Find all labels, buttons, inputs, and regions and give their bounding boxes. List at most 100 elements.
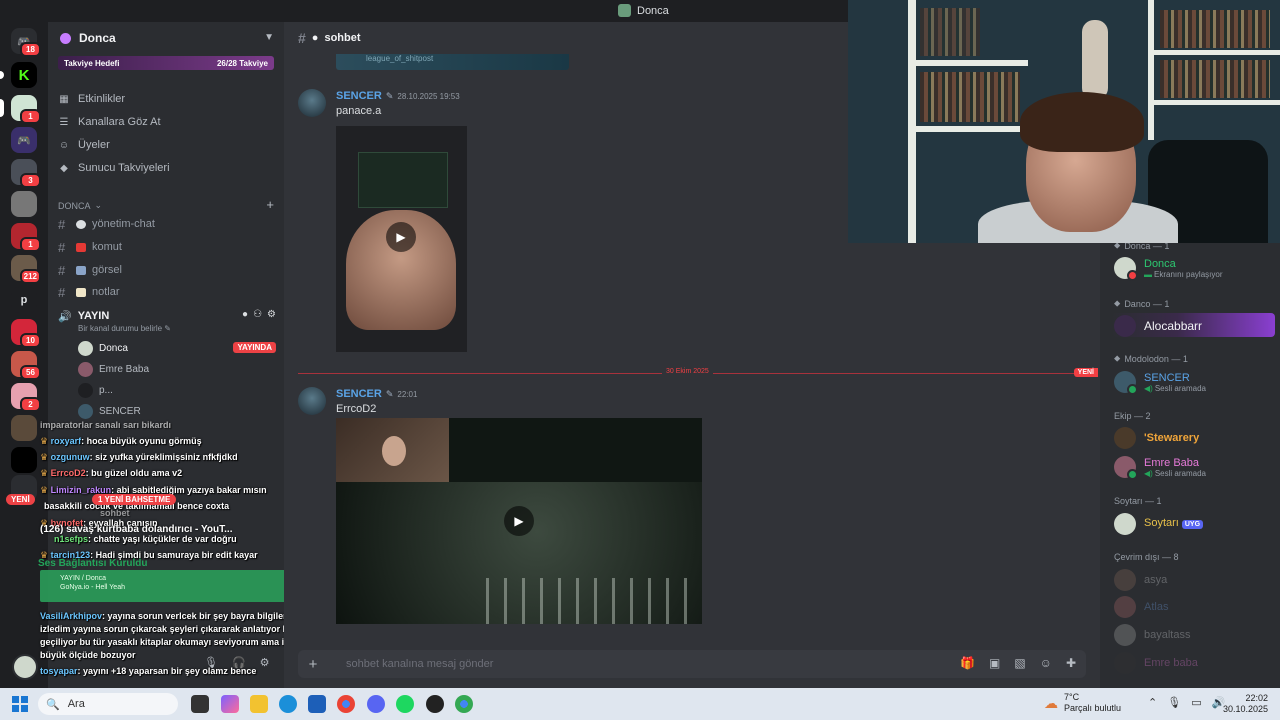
- discord-icon[interactable]: [367, 695, 385, 713]
- server-kick[interactable]: K: [0, 62, 37, 88]
- member-sencer[interactable]: SENCER ◀) Sesli aramada: [1114, 368, 1274, 396]
- emoji-icon[interactable]: ☺: [1040, 656, 1052, 670]
- badge: 212: [19, 269, 41, 284]
- chevron-up-icon[interactable]: ⌃: [1148, 696, 1157, 709]
- new-mention-badge[interactable]: 1 YENİ BAHSETME: [92, 494, 177, 505]
- add-attachment-icon[interactable]: +: [298, 656, 328, 673]
- previous-embed[interactable]: league_of_shitpost: [336, 54, 569, 70]
- copilot-icon[interactable]: [221, 695, 239, 713]
- server-6[interactable]: [11, 191, 37, 217]
- windows-start-icon[interactable]: [12, 696, 28, 712]
- server-14[interactable]: [11, 447, 37, 473]
- guild-header[interactable]: Donca ▼: [48, 22, 284, 54]
- task-view-icon[interactable]: [191, 695, 209, 713]
- microphone-icon[interactable]: 🎙: [1167, 696, 1181, 709]
- new-label: YENİ: [6, 494, 35, 505]
- file-explorer-icon[interactable]: [250, 695, 268, 713]
- member-offline[interactable]: Emre baba: [1114, 649, 1274, 677]
- member-soytari[interactable]: Soytarı UYG: [1114, 510, 1274, 538]
- channel-status[interactable]: Bir kanal durumu belirle ✎: [78, 324, 171, 333]
- menu-server-boosts[interactable]: ◆ Sunucu Takviyeleri: [58, 158, 169, 178]
- category-donca[interactable]: DONCA ⌄: [58, 200, 102, 211]
- user-avatar[interactable]: [12, 654, 38, 680]
- gift-icon[interactable]: 🎁: [960, 656, 975, 670]
- server-5[interactable]: 3: [11, 159, 41, 188]
- server-10[interactable]: 10: [11, 319, 41, 348]
- gear-icon[interactable]: ⚙: [267, 309, 276, 320]
- new-messages-divider: 30 Ekim 2025 YENİ: [298, 368, 1098, 377]
- avatar: [78, 382, 93, 398]
- clock[interactable]: 22:02 30.10.2025: [1218, 693, 1268, 715]
- taskbar-search[interactable]: 🔍 Ara: [38, 693, 178, 715]
- headphones-icon[interactable]: 🎧: [232, 656, 246, 669]
- voice-user-p[interactable]: p...: [78, 380, 276, 400]
- voice-user-donca[interactable]: Donca YAYINDA: [78, 338, 276, 358]
- obs-icon[interactable]: [426, 695, 444, 713]
- badge: 1: [20, 237, 41, 252]
- gear-icon[interactable]: ⚙: [260, 656, 270, 669]
- channel-komut[interactable]: # komut: [58, 237, 276, 257]
- note-icon: [76, 287, 86, 297]
- voice-user-emre-baba[interactable]: Emre Baba: [78, 359, 276, 379]
- message-author[interactable]: SENCER ✎ 28.10.2025 19:53: [336, 90, 460, 102]
- server-p[interactable]: p: [11, 287, 37, 313]
- menu-events[interactable]: ▦ Etkinlikler: [58, 89, 125, 109]
- boost-goal[interactable]: Takviye Hedefi 26/28 Takviye: [58, 56, 274, 70]
- server-12[interactable]: 2: [11, 383, 41, 412]
- menu-members[interactable]: ☺ Üyeler: [58, 135, 110, 155]
- badge: 3: [20, 173, 41, 188]
- server-4[interactable]: 🎮: [11, 127, 37, 153]
- server-11[interactable]: 56: [11, 351, 41, 380]
- store-icon[interactable]: [308, 695, 326, 713]
- chat-icon[interactable]: ●: [242, 309, 248, 320]
- create-channel-icon[interactable]: +: [266, 197, 274, 212]
- chrome-icon[interactable]: [337, 695, 355, 713]
- taskbar: 🔍 Ara ☁ 7°C Parçalı bulutlu ⌃ 🎙 ▭ 🔊 22:02…: [0, 688, 1280, 720]
- member-offline[interactable]: bayaltass: [1114, 621, 1274, 649]
- voice-user-sencer[interactable]: SENCER: [78, 401, 276, 421]
- network-icon[interactable]: ▭: [1191, 696, 1201, 709]
- play-icon[interactable]: ▶: [504, 506, 534, 536]
- server-7[interactable]: 1: [11, 223, 41, 252]
- member-alocabbarr[interactable]: Alocabbarr: [1114, 312, 1274, 340]
- voice-connected-status[interactable]: Ses Bağlantısı Kuruldu: [38, 558, 147, 569]
- window-title: Donca: [618, 4, 669, 17]
- channel-gorsel[interactable]: # görsel: [58, 260, 276, 280]
- menu-browse-channels[interactable]: ☰ Kanallara Göz At: [58, 112, 161, 132]
- member-offline[interactable]: asya: [1114, 566, 1274, 594]
- live-badge: YAYINDA: [233, 342, 276, 353]
- channel-yonetim-chat[interactable]: # yönetim-chat: [58, 214, 276, 234]
- server-3[interactable]: 1: [0, 95, 41, 124]
- avatar[interactable]: [298, 89, 326, 117]
- add-member-icon[interactable]: ⚇: [253, 309, 262, 320]
- channel-notlar[interactable]: # notlar: [58, 282, 276, 302]
- overlay-top-text: imparatorlar sanalı sarı bikardı: [40, 420, 172, 430]
- edge-icon[interactable]: [279, 695, 297, 713]
- server-8[interactable]: 212: [11, 255, 41, 284]
- voice-channel-yayin[interactable]: 🔊 YAYIN ● ⚇ ⚙: [58, 306, 276, 326]
- chevron-down-icon[interactable]: ▼: [264, 32, 274, 43]
- system-tray: ⌃ 🎙 ▭ 🔊: [1148, 696, 1225, 709]
- apps-icon[interactable]: ✚: [1066, 656, 1076, 670]
- video-attachment[interactable]: ▶: [336, 418, 702, 624]
- badge: 10: [20, 333, 41, 348]
- message-input[interactable]: + sohbet kanalına mesaj gönder 🎁 ▣ ▧ ☺ ✚: [298, 650, 1086, 678]
- role-icon: ✎: [385, 90, 394, 101]
- gif-icon[interactable]: ▣: [989, 656, 1000, 670]
- member-offline[interactable]: Atlas: [1114, 593, 1274, 621]
- chrome-profile-icon[interactable]: [455, 695, 473, 713]
- discord-home-button[interactable]: 🎮 18: [11, 28, 41, 57]
- microphone-icon[interactable]: 🎙: [204, 656, 218, 669]
- play-icon[interactable]: ▶: [386, 222, 416, 252]
- search-icon: 🔍: [46, 698, 60, 711]
- server-13[interactable]: [11, 415, 37, 441]
- sticker-icon[interactable]: ▧: [1014, 656, 1025, 670]
- message-author[interactable]: SENCER ✎ 22:01: [336, 388, 417, 400]
- weather-widget[interactable]: ☁ 7°C Parçalı bulutlu: [1044, 692, 1121, 714]
- member-emre-baba[interactable]: Emre Baba ◀) Sesli aramada: [1114, 453, 1274, 481]
- speech-bubble-icon: [76, 219, 86, 229]
- video-attachment[interactable]: ▶: [336, 126, 467, 352]
- avatar[interactable]: [298, 387, 326, 415]
- spotify-icon[interactable]: [396, 695, 414, 713]
- member-stewarery[interactable]: 'Stewarery: [1114, 424, 1274, 452]
